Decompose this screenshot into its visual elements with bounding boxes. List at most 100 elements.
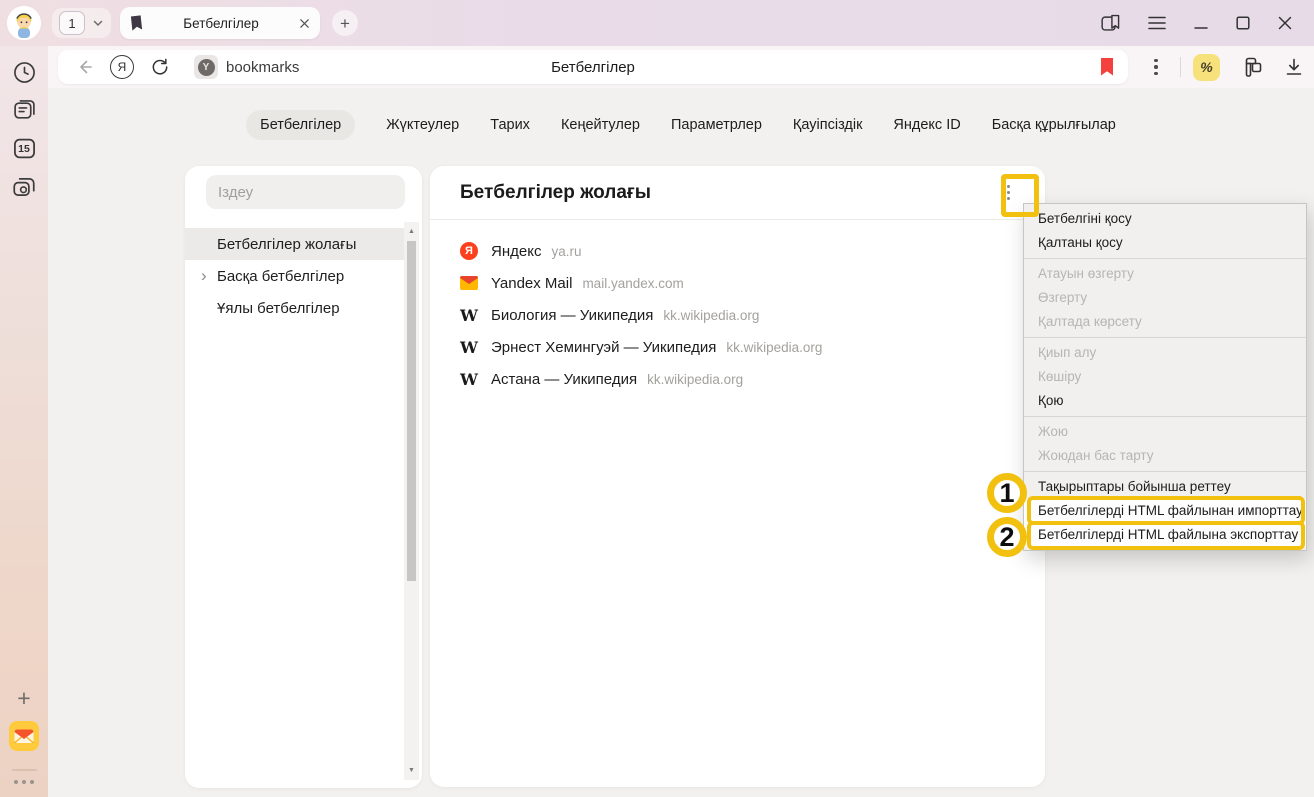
- tab-close-icon[interactable]: [299, 18, 310, 29]
- extensions-icon: [1240, 55, 1264, 79]
- refresh-button[interactable]: [150, 57, 170, 77]
- bookmark-flag-button[interactable]: [1100, 58, 1114, 81]
- menu-item-export-html[interactable]: Бетбелгілерді HTML файлына экспорттау: [1024, 523, 1306, 547]
- yandex-mail-app-icon: [9, 721, 39, 751]
- page-favicon: Y: [194, 55, 218, 79]
- wikipedia-favicon: W: [460, 306, 478, 324]
- menu-item-delete: Жою: [1024, 420, 1306, 444]
- scroll-up-icon[interactable]: ▲: [408, 222, 415, 235]
- bookmark-url: ya.ru: [551, 244, 581, 259]
- bookmark-url: kk.wikipedia.org: [726, 340, 822, 355]
- tab-extensions[interactable]: Кеңейтулер: [561, 110, 640, 140]
- bookmarks-menu-button[interactable]: [995, 180, 1021, 206]
- favicon-glyph: Y: [198, 59, 215, 76]
- tab-security[interactable]: Қауіпсіздік: [793, 110, 863, 140]
- window-close-icon[interactable]: [1278, 16, 1292, 30]
- screenshot-button[interactable]: [11, 174, 37, 200]
- menu-item-cut: Қиып алу: [1024, 341, 1306, 365]
- folder-label: Бетбелгілер жолағы: [217, 236, 356, 253]
- tab-counter[interactable]: 1: [52, 8, 111, 38]
- folder-mobile-bookmarks[interactable]: Ұялы бетбелгілер: [185, 292, 404, 324]
- bookmark-item[interactable]: W Астана — Уикипедия kk.wikipedia.org: [430, 363, 1045, 395]
- folder-bookmarks-bar[interactable]: Бетбелгілер жолағы: [185, 228, 404, 260]
- menu-item-sort-by-title[interactable]: Тақырыптары бойынша реттеу: [1024, 475, 1306, 499]
- window-minimize-icon[interactable]: [1194, 16, 1208, 30]
- menu-item-rename: Атауын өзгерту: [1024, 262, 1306, 286]
- refresh-icon: [150, 57, 170, 77]
- menu-item-paste[interactable]: Қою: [1024, 389, 1306, 413]
- folder-label: Ұялы бетбелгілер: [217, 300, 340, 317]
- bookmarks-header: Бетбелгілер жолағы: [430, 166, 1045, 220]
- browser-window: 1 Бетбелгілер +: [0, 0, 1314, 797]
- omnibox-page-title: Бетбелгілер: [58, 59, 1128, 76]
- search-input[interactable]: [206, 175, 405, 209]
- bookmark-item[interactable]: W Биология — Уикипедия kk.wikipedia.org: [430, 299, 1045, 331]
- bookmark-item[interactable]: Я Яндекс ya.ru: [430, 235, 1045, 267]
- plus-icon: +: [340, 15, 350, 32]
- side-rail: 15 +: [0, 46, 48, 797]
- scrollbar-thumb[interactable]: [407, 241, 416, 581]
- yandex-home-button[interactable]: Я: [110, 55, 134, 79]
- back-arrow-icon: [74, 57, 94, 77]
- back-button[interactable]: [74, 57, 94, 77]
- wikipedia-favicon: W: [460, 338, 478, 356]
- rail-more-button[interactable]: [14, 780, 34, 784]
- menu-item-undo-delete: Жоюдан бас тарту: [1024, 444, 1306, 468]
- calendar-button[interactable]: 15: [12, 136, 37, 161]
- tab-other-devices[interactable]: Басқа құрылғылар: [992, 110, 1116, 140]
- yandex-mail-favicon: [460, 274, 478, 292]
- bookmarks-context-menu: Бетбелгіні қосу Қалтаны қосу Атауын өзге…: [1023, 203, 1307, 551]
- tab-history[interactable]: Тарих: [490, 110, 530, 140]
- scroll-down-icon[interactable]: ▼: [408, 767, 415, 780]
- tab-yandex-id[interactable]: Яндекс ID: [893, 110, 960, 140]
- tab-settings[interactable]: Параметрлер: [671, 110, 762, 140]
- rail-add-button[interactable]: +: [17, 687, 30, 710]
- toolbar-menu-button[interactable]: [1144, 55, 1168, 79]
- yandex-logo-icon: Я: [110, 55, 134, 79]
- window-maximize-icon[interactable]: [1236, 16, 1250, 30]
- bookmark-icon: [129, 14, 144, 31]
- downloads-button[interactable]: [1284, 57, 1304, 77]
- tab-downloads[interactable]: Жүктеулер: [386, 110, 459, 140]
- rail-bottom: +: [9, 687, 39, 784]
- history-button[interactable]: [12, 60, 37, 85]
- browser-tab-bookmarks[interactable]: Бетбелгілер: [120, 7, 320, 39]
- tab-title: Бетбелгілер: [143, 16, 299, 31]
- yandex-favicon: Я: [460, 242, 478, 260]
- user-avatar[interactable]: [7, 6, 41, 40]
- tab-bookmarks[interactable]: Бетбелгілер: [246, 110, 355, 140]
- bookmark-title: Биология — Уикипедия: [491, 307, 653, 324]
- url-text: bookmarks: [226, 59, 299, 76]
- bookmark-flag-icon: [1100, 58, 1114, 76]
- menu-item-import-html[interactable]: Бетбелгілерді HTML файлынан импорттау: [1024, 499, 1306, 523]
- extensions-button[interactable]: [1240, 55, 1264, 79]
- window-controls: [1101, 14, 1292, 32]
- bookmark-url: mail.yandex.com: [582, 276, 683, 291]
- notes-button[interactable]: [12, 98, 37, 123]
- menu-item-add-bookmark[interactable]: Бетбелгіні қосу: [1024, 207, 1306, 231]
- tab-strip: 1 Бетбелгілер +: [0, 0, 1314, 46]
- folder-label: Басқа бетбелгілер: [217, 268, 344, 285]
- menu-item-copy: Көшіру: [1024, 365, 1306, 389]
- sidebar-scrollbar[interactable]: ▲ ▼: [404, 222, 419, 780]
- bookmark-item[interactable]: Yandex Mail mail.yandex.com: [430, 267, 1045, 299]
- bookmarks-sidebar-icon[interactable]: [1101, 14, 1120, 32]
- menu-hamburger-icon[interactable]: [1148, 16, 1166, 30]
- screenshot-camera-icon: [11, 174, 37, 200]
- calendar-day: 15: [18, 143, 30, 155]
- rail-divider: [12, 769, 37, 771]
- folder-other-bookmarks[interactable]: › Басқа бетбелгілер: [185, 260, 404, 292]
- chevron-right-icon[interactable]: ›: [201, 267, 207, 284]
- yandex-mail-app-button[interactable]: [9, 721, 39, 756]
- bookmark-item[interactable]: W Эрнест Хемингуэй — Уикипедия kk.wikipe…: [430, 331, 1045, 363]
- address-bar[interactable]: Я Y bookmarks Бетбелгілер: [58, 50, 1128, 84]
- menu-item-add-folder[interactable]: Қалтаны қосу: [1024, 231, 1306, 255]
- new-tab-button[interactable]: +: [332, 10, 358, 36]
- toolbar-separator: [1180, 57, 1181, 77]
- folder-tree: Бетбелгілер жолағы › Басқа бетбелгілер Ұ…: [185, 228, 422, 324]
- folders-panel: Бетбелгілер жолағы › Басқа бетбелгілер Ұ…: [185, 166, 422, 788]
- bookmark-title: Yandex Mail: [491, 275, 572, 292]
- bookmark-title: Эрнест Хемингуэй — Уикипедия: [491, 339, 716, 356]
- percent-extension-button[interactable]: %: [1193, 54, 1220, 81]
- avatar-illustration: [7, 6, 41, 40]
